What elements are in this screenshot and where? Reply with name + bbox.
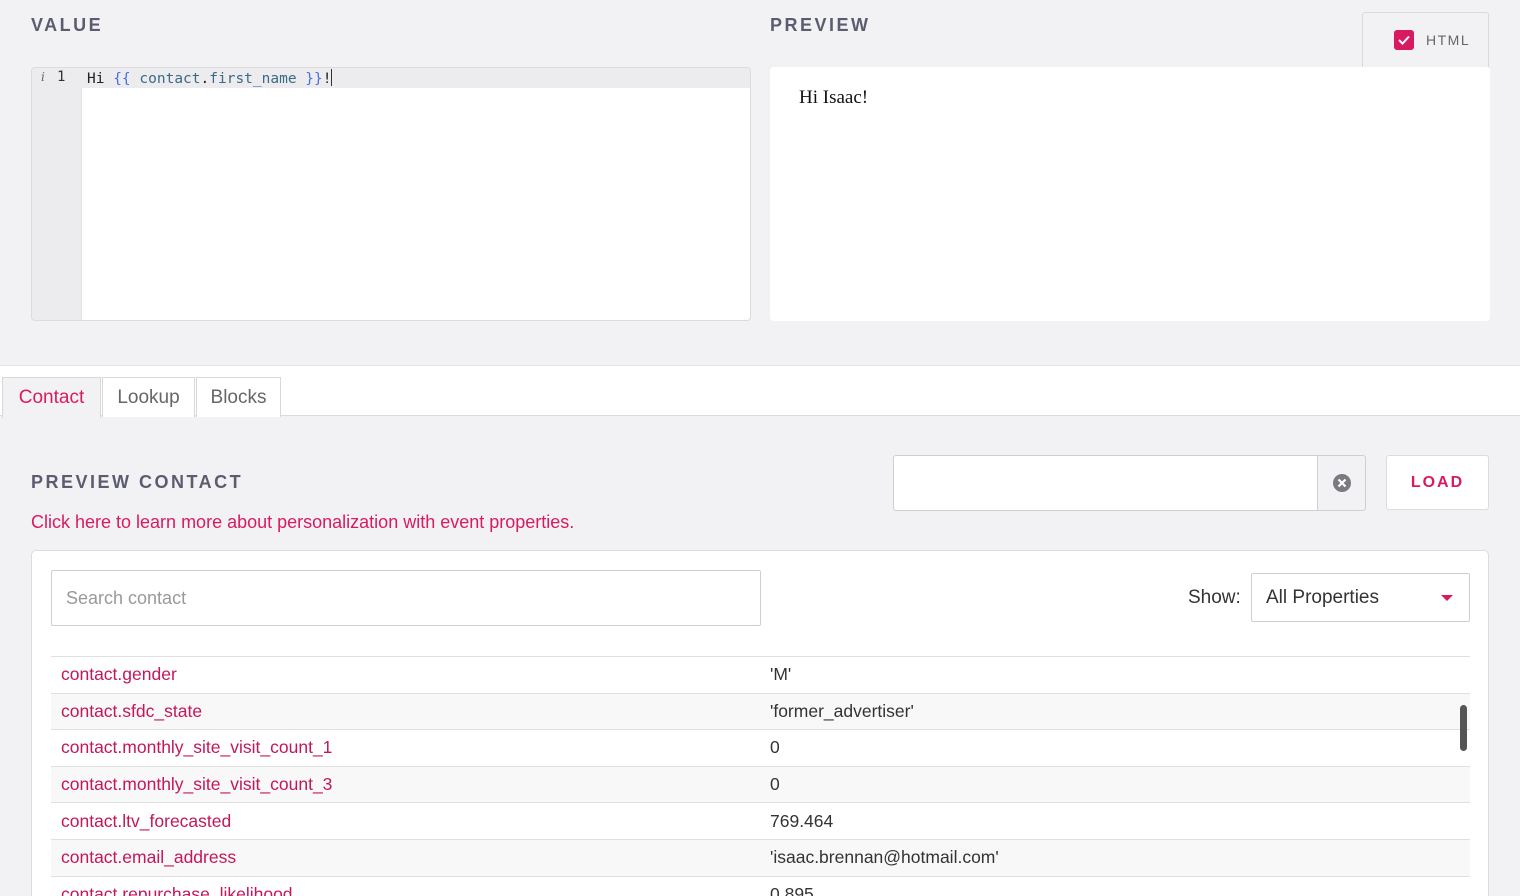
preview-rendered-text: Hi Isaac! — [799, 87, 869, 108]
preview-contact-heading: PREVIEW CONTACT — [31, 472, 244, 492]
property-value: 0 — [770, 737, 780, 758]
clear-input-button[interactable] — [1317, 455, 1366, 511]
property-key[interactable]: contact.email_address — [61, 847, 236, 868]
property-key[interactable]: contact.monthly_site_visit_count_1 — [61, 737, 332, 758]
tab-contact[interactable]: Contact — [2, 377, 101, 418]
table-row: contact.sfdc_state 'former_advertiser' — [51, 692, 1470, 730]
tab-lookup[interactable]: Lookup — [102, 377, 195, 417]
chevron-down-icon — [1441, 595, 1453, 601]
value-heading: VALUE — [31, 15, 104, 35]
tab-bar: Contact Lookup Blocks — [0, 365, 1520, 418]
show-filter-select[interactable]: All Properties — [1251, 573, 1470, 622]
preview-heading: PREVIEW — [770, 15, 871, 35]
table-row: contact.monthly_site_visit_count_1 0 — [51, 729, 1470, 766]
clear-icon — [1332, 474, 1351, 492]
property-value: 'M' — [770, 664, 792, 685]
table-row: contact.email_address 'isaac.brennan@hot… — [51, 838, 1470, 876]
html-toggle[interactable]: HTML — [1362, 12, 1489, 67]
show-label: Show: — [1188, 587, 1241, 608]
code-suffix: ! — [322, 71, 332, 87]
show-filter-value: All Properties — [1266, 586, 1379, 608]
line-info-icon: i — [41, 70, 45, 84]
preview-pane: Hi Isaac! — [770, 67, 1490, 321]
contact-id-input[interactable] — [893, 455, 1317, 511]
html-toggle-label: HTML — [1426, 32, 1471, 48]
line-number: 1 — [57, 69, 66, 85]
property-key[interactable]: contact.ltv_forecasted — [61, 811, 231, 832]
contact-properties-panel: Search contact Show: All Properties cont… — [31, 550, 1489, 896]
property-value: 'former_advertiser' — [770, 700, 914, 721]
check-icon — [1398, 35, 1410, 45]
code-close-braces: }} — [305, 71, 323, 87]
code-var-object: contact — [130, 71, 201, 87]
search-contact-input[interactable]: Search contact — [51, 570, 761, 626]
property-value: 0.895 — [770, 883, 814, 896]
table-row: contact.ltv_forecasted 769.464 — [51, 802, 1470, 839]
personalization-help-link[interactable]: Click here to learn more about personali… — [31, 512, 574, 533]
table-row: contact.repurchase_likelihood 0.895 — [51, 875, 1470, 896]
code-open-braces: {{ — [113, 71, 131, 87]
load-button[interactable]: LOAD — [1386, 455, 1489, 510]
property-value: 'isaac.brennan@hotmail.com' — [770, 847, 999, 868]
table-row: contact.monthly_site_visit_count_3 0 — [51, 765, 1470, 803]
table-row: contact.gender 'M' — [51, 656, 1470, 693]
property-value: 769.464 — [770, 810, 834, 831]
html-checkbox[interactable] — [1394, 30, 1414, 50]
tab-blocks[interactable]: Blocks — [196, 377, 281, 417]
property-key[interactable]: contact.repurchase_likelihood — [61, 884, 293, 896]
code-var-field: first_name — [209, 71, 306, 87]
editor-gutter — [32, 68, 82, 320]
property-key[interactable]: contact.monthly_site_visit_count_3 — [61, 774, 332, 795]
code-editor[interactable]: i 1 Hi {{ contact.first_name }}! — [31, 67, 751, 321]
text-cursor — [331, 69, 333, 86]
editor-code-line[interactable]: Hi {{ contact.first_name }}! — [87, 69, 333, 87]
code-text: Hi — [87, 71, 114, 87]
properties-table: contact.gender 'M' contact.sfdc_state 'f… — [51, 656, 1470, 896]
property-key[interactable]: contact.gender — [61, 664, 177, 685]
scrollbar-thumb[interactable] — [1460, 705, 1467, 751]
property-value: 0 — [770, 774, 780, 795]
code-dot: . — [200, 71, 210, 87]
property-key[interactable]: contact.sfdc_state — [61, 701, 202, 722]
